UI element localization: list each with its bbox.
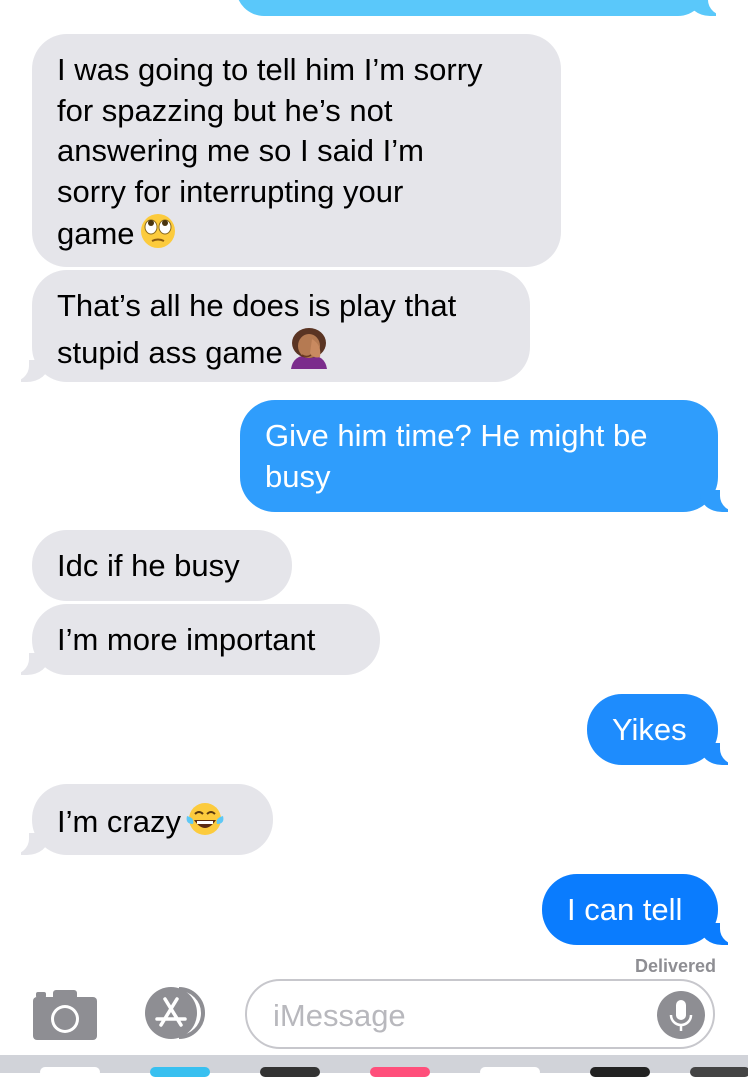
message-text: I’m crazy xyxy=(57,804,181,839)
message-text: I’m more important xyxy=(57,622,316,657)
message-text: Idc if he busy xyxy=(57,548,240,583)
message-text: I was going to tell him I’m sorry for sp… xyxy=(57,52,483,251)
drawer-app-icon[interactable] xyxy=(480,1067,540,1077)
drawer-app-icon[interactable] xyxy=(150,1067,210,1077)
tears-of-joy-emoji-icon xyxy=(185,800,225,849)
received-bubble[interactable]: I’m crazy xyxy=(7,784,273,855)
delivered-status: Delivered xyxy=(634,956,716,975)
sent-bubble[interactable]: Yikes xyxy=(587,694,742,765)
camera-icon[interactable] xyxy=(33,988,97,1040)
drawer-app-icon[interactable] xyxy=(370,1067,430,1077)
received-bubble[interactable]: I was going to tell him I’m sorry for sp… xyxy=(32,34,561,267)
facepalm-emoji-icon xyxy=(287,327,331,380)
app-store-icon[interactable] xyxy=(139,986,211,1040)
microphone-icon[interactable] xyxy=(657,991,705,1039)
message-text: I can tell xyxy=(567,892,683,927)
sent-bubble[interactable]: Give him time? He might be busy xyxy=(240,400,742,512)
drawer-app-icon[interactable] xyxy=(40,1067,100,1077)
message-input[interactable] xyxy=(271,993,655,1039)
message-text: Yikes xyxy=(612,712,687,747)
received-bubble[interactable]: I’m more important xyxy=(7,604,380,675)
drawer-app-icon[interactable] xyxy=(690,1067,748,1077)
received-bubble[interactable]: Idc if he busy xyxy=(32,530,292,601)
received-bubble[interactable]: That’s all he does is play that stupid a… xyxy=(7,270,530,382)
message-text: Give him time? He might be busy xyxy=(265,418,648,494)
message-field[interactable] xyxy=(245,979,715,1049)
eye-roll-emoji-icon xyxy=(139,212,177,261)
sent-bubble[interactable]: I can tell xyxy=(542,874,742,945)
drawer-app-icon[interactable] xyxy=(260,1067,320,1077)
message-text: That’s all he does is play that stupid a… xyxy=(57,288,457,370)
message-thread[interactable]: I was going to tell him I’m sorry for sp… xyxy=(0,0,748,975)
app-drawer-strip xyxy=(0,1055,748,1077)
drawer-app-icon[interactable] xyxy=(590,1067,650,1077)
previous-sent-bubble[interactable] xyxy=(236,0,730,16)
